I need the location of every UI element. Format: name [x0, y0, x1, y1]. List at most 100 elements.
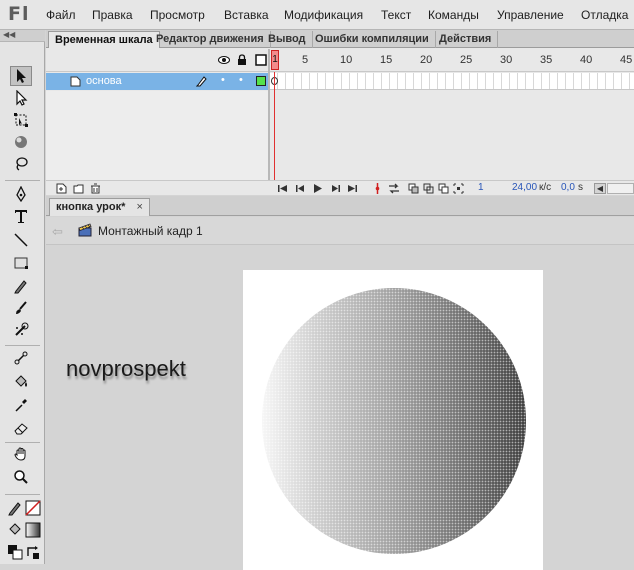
- tool-separator: [5, 494, 40, 495]
- hand-icon: [14, 447, 26, 461]
- ruler-label: 20: [420, 54, 433, 66]
- play-icon[interactable]: [312, 183, 323, 194]
- tab-output[interactable]: Вывод: [262, 31, 313, 48]
- menu-view[interactable]: Просмотр: [150, 8, 205, 22]
- pencil-icon: [14, 280, 27, 294]
- fill-color-swatch[interactable]: [22, 520, 44, 540]
- magnifier-icon: [14, 470, 28, 484]
- text-tool[interactable]: [10, 206, 32, 226]
- tab-timeline[interactable]: Временная шкала: [48, 31, 160, 48]
- layer-row[interactable]: основа • •: [46, 73, 268, 90]
- visibility-dot[interactable]: •: [221, 74, 225, 86]
- step-back-icon[interactable]: [295, 183, 306, 194]
- tab-compiler-errors[interactable]: Ошибки компиляции: [309, 31, 436, 48]
- tab-motion-editor[interactable]: Редактор движения: [150, 31, 271, 48]
- frames-area: [270, 91, 634, 180]
- rectangle-tool[interactable]: [10, 253, 32, 273]
- pen-tool[interactable]: [10, 184, 32, 204]
- tab-actions[interactable]: Действия: [433, 31, 499, 48]
- menu-file[interactable]: Файл: [46, 8, 76, 22]
- step-forward-icon[interactable]: [330, 183, 341, 194]
- playhead-line: [274, 72, 275, 180]
- clapperboard-icon: [78, 223, 92, 237]
- brush-tool[interactable]: [10, 298, 32, 318]
- layer-name[interactable]: основа: [86, 75, 122, 87]
- playhead-marker[interactable]: 1: [271, 50, 279, 70]
- frames-row[interactable]: [270, 73, 634, 90]
- selection-tool[interactable]: [10, 66, 32, 86]
- close-icon[interactable]: ×: [136, 201, 142, 213]
- stage-text-novprospekt[interactable]: novprospekt: [66, 356, 186, 382]
- current-frame-readout[interactable]: 1: [478, 182, 484, 193]
- paint-bucket-tool[interactable]: [10, 372, 32, 392]
- horizontal-scrollbar[interactable]: [607, 183, 634, 194]
- back-arrow-icon[interactable]: ⇦: [52, 224, 63, 240]
- free-transform-tool[interactable]: [10, 110, 32, 130]
- menu-commands[interactable]: Команды: [428, 8, 479, 22]
- menu-edit[interactable]: Правка: [92, 8, 133, 22]
- ruler-label: 35: [540, 54, 553, 66]
- menu-debug[interactable]: Отладка: [581, 8, 628, 22]
- swap-colors-icon[interactable]: [22, 542, 44, 562]
- onion-skin-outlines-icon[interactable]: [423, 183, 434, 194]
- eyedropper-tool[interactable]: [10, 395, 32, 415]
- subselection-tool[interactable]: [10, 88, 32, 108]
- lock-icon[interactable]: [236, 54, 248, 66]
- zoom-tool[interactable]: [10, 467, 32, 487]
- lasso-tool[interactable]: [10, 154, 32, 174]
- line-tool[interactable]: [10, 230, 32, 250]
- modify-onion-markers-icon[interactable]: [453, 183, 464, 194]
- menu-insert[interactable]: Вставка: [224, 8, 269, 22]
- outline-square-icon[interactable]: [255, 54, 267, 66]
- menu-modify[interactable]: Модификация: [284, 8, 363, 22]
- 3d-rotation-tool[interactable]: [10, 132, 32, 152]
- timeline-tab-strip: Временная шкала Редактор движения Вывод …: [46, 30, 634, 48]
- document-tab-label: кнопка урок*: [56, 201, 126, 213]
- sphere-icon: [15, 136, 27, 148]
- frame-rate-unit: к/с: [539, 182, 552, 193]
- menu-text[interactable]: Текст: [381, 8, 411, 22]
- layer-color-swatch[interactable]: [256, 76, 266, 86]
- scroll-left-button[interactable]: ◀: [594, 183, 606, 194]
- ruler-label: 30: [500, 54, 513, 66]
- tool-separator: [5, 180, 40, 181]
- ruler-label: 10: [340, 54, 353, 66]
- stage[interactable]: [243, 270, 543, 570]
- eraser-icon: [14, 423, 28, 435]
- bone-tool[interactable]: [10, 348, 32, 368]
- ruler-label: 25: [460, 54, 473, 66]
- frame-rate-readout[interactable]: 24,00: [512, 182, 537, 193]
- timeline-panel: Временная шкала Редактор движения Вывод …: [46, 30, 634, 195]
- pencil-tool[interactable]: [10, 276, 32, 296]
- pencil-icon: [196, 76, 207, 87]
- tools-panel: ◀◀: [0, 30, 45, 564]
- hand-tool[interactable]: [10, 444, 32, 464]
- eye-icon[interactable]: [218, 54, 230, 66]
- elapsed-time-readout[interactable]: 0,0: [561, 182, 575, 193]
- document-tab[interactable]: кнопка урок* ×: [49, 198, 150, 216]
- timeline-splitter[interactable]: [268, 49, 270, 195]
- menu-control[interactable]: Управление: [497, 8, 564, 22]
- trash-icon[interactable]: [90, 183, 101, 194]
- scene-breadcrumb[interactable]: Монтажный кадр 1: [98, 224, 203, 238]
- new-layer-icon[interactable]: [56, 183, 67, 194]
- app-logo: Fl: [8, 3, 30, 25]
- layers-area: [46, 91, 268, 180]
- eraser-tool[interactable]: [10, 418, 32, 438]
- tools-collapse-grip[interactable]: ◀◀: [0, 30, 45, 42]
- gradient-circle-shape[interactable]: [262, 288, 526, 554]
- onion-skin-icon[interactable]: [408, 183, 419, 194]
- ruler-label: 5: [302, 54, 309, 66]
- loop-icon[interactable]: [387, 183, 401, 194]
- edit-multiple-frames-icon[interactable]: [438, 183, 449, 194]
- go-to-last-frame-icon[interactable]: [347, 183, 358, 194]
- center-frame-icon[interactable]: [372, 183, 383, 194]
- stroke-color-swatch[interactable]: [22, 498, 44, 518]
- ruler-label: 15: [380, 54, 393, 66]
- lock-dot[interactable]: •: [239, 74, 243, 86]
- tool-separator: [5, 345, 40, 346]
- new-folder-icon[interactable]: [73, 183, 84, 194]
- deco-tool[interactable]: [10, 320, 32, 340]
- go-to-first-frame-icon[interactable]: [277, 183, 288, 194]
- lasso-icon: [16, 157, 28, 171]
